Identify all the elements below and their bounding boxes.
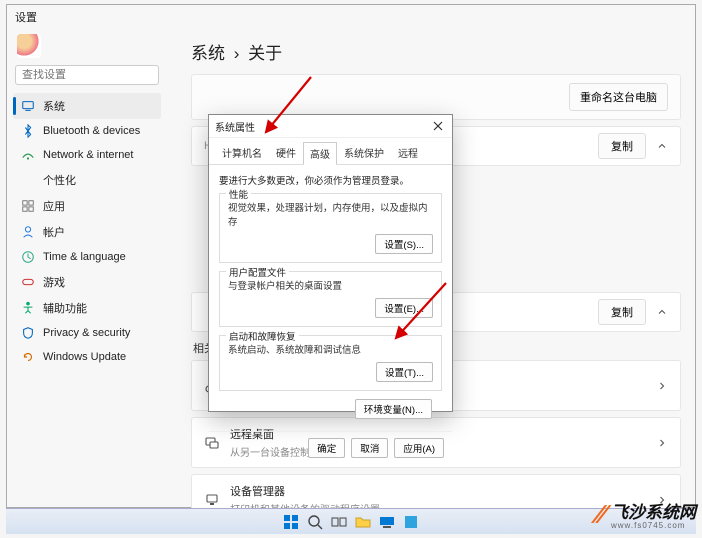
user-avatar-icon <box>17 34 41 58</box>
tab-remote[interactable]: 远程 <box>391 141 425 164</box>
sidebar-item-accessibility[interactable]: 辅助功能 <box>13 295 161 321</box>
rename-pc-button[interactable]: 重命名这台电脑 <box>569 83 668 111</box>
breadcrumb: 系统 › 关于 <box>191 33 681 74</box>
ok-button[interactable]: 确定 <box>308 438 345 458</box>
sidebar-item-apps[interactable]: 应用 <box>13 193 161 219</box>
chevron-right-icon <box>656 437 668 449</box>
accessibility-icon <box>21 301 35 315</box>
startup-recovery-group: 启动和故障恢复 系统启动、系统故障和调试信息 设置(T)... <box>219 335 442 391</box>
startup-recovery-group-desc: 系统启动、系统故障和调试信息 <box>228 342 433 356</box>
bluetooth-icon <box>21 124 35 138</box>
network-icon <box>21 148 35 162</box>
update-icon <box>21 350 35 364</box>
watermark: ∕∕ 飞沙系统网 www.fs0745.com <box>596 498 696 530</box>
sidebar-item-gaming[interactable]: 游戏 <box>13 269 161 295</box>
sidebar-item-label: 系统 <box>43 98 65 114</box>
chevron-up-icon <box>656 306 668 318</box>
sidebar-item-label: Windows Update <box>43 351 126 363</box>
sidebar-item-label: 游戏 <box>43 274 65 290</box>
sidebar-item-label: Time & language <box>43 251 126 263</box>
sidebar-item-label: Bluetooth & devices <box>43 125 140 137</box>
environment-variables-button[interactable]: 环境变量(N)... <box>355 399 432 419</box>
startup-recovery-settings-button[interactable]: 设置(T)... <box>376 362 433 382</box>
performance-group: 性能 视觉效果，处理器计划，内存使用，以及虚拟内存 设置(S)... <box>219 193 442 263</box>
apply-button[interactable]: 应用(A) <box>394 438 444 458</box>
breadcrumb-root[interactable]: 系统 <box>191 44 225 63</box>
sidebar-item-update[interactable]: Windows Update <box>13 345 161 369</box>
breadcrumb-separator: › <box>230 44 244 63</box>
sidebar-item-label: Privacy & security <box>43 327 130 339</box>
person-icon <box>21 225 35 239</box>
taskbar <box>6 508 696 534</box>
watermark-url: www.fs0745.com <box>611 521 696 530</box>
sidebar-item-system[interactable]: 系统 <box>13 93 161 119</box>
sidebar-item-label: 辅助功能 <box>43 300 87 316</box>
shield-icon <box>21 326 35 340</box>
dialog-footer: 确定 取消 应用(A) <box>209 431 452 464</box>
sidebar-item-label: 应用 <box>43 198 65 214</box>
sidebar-item-bluetooth[interactable]: Bluetooth & devices <box>13 119 161 143</box>
taskview-icon[interactable] <box>330 513 348 531</box>
brush-icon <box>21 173 35 187</box>
sidebar-item-label: 个性化 <box>43 172 76 188</box>
apps-icon <box>21 199 35 213</box>
tab-advanced[interactable]: 高级 <box>303 142 337 165</box>
tab-computer-name[interactable]: 计算机名 <box>215 141 269 164</box>
user-profiles-group-title: 用户配置文件 <box>226 265 289 279</box>
startup-recovery-group-title: 启动和故障恢复 <box>226 329 299 343</box>
settings-taskbar-icon[interactable] <box>378 513 396 531</box>
app-taskbar-icon[interactable] <box>402 513 420 531</box>
start-button[interactable] <box>282 513 300 531</box>
performance-group-title: 性能 <box>226 187 251 201</box>
performance-group-desc: 视觉效果，处理器计划，内存使用，以及虚拟内存 <box>228 200 433 228</box>
performance-settings-button[interactable]: 设置(S)... <box>375 234 433 254</box>
system-properties-dialog: 系统属性 计算机名 硬件 高级 系统保护 远程 要进行大多数更改，你必须作为管理… <box>208 114 453 412</box>
explorer-icon[interactable] <box>354 513 372 531</box>
tab-hardware[interactable]: 硬件 <box>269 141 303 164</box>
tab-system-protection[interactable]: 系统保护 <box>337 141 391 164</box>
watermark-text: 飞沙系统网 <box>611 503 696 522</box>
dialog-body: 要进行大多数更改，你必须作为管理员登录。 性能 视觉效果，处理器计划，内存使用，… <box>209 165 452 431</box>
chevron-right-icon <box>656 380 668 392</box>
clock-icon <box>21 250 35 264</box>
watermark-slash-icon: ∕∕ <box>596 499 607 530</box>
close-icon <box>433 121 443 131</box>
sidebar-item-time[interactable]: Time & language <box>13 245 161 269</box>
sidebar-item-network[interactable]: Network & internet <box>13 143 161 167</box>
dialog-title: 系统属性 <box>215 119 255 134</box>
dialog-tabs: 计算机名 硬件 高级 系统保护 远程 <box>209 138 452 165</box>
search-input[interactable] <box>22 69 164 81</box>
user-profiles-settings-button[interactable]: 设置(E)... <box>375 298 433 318</box>
copy-button-2[interactable]: 复制 <box>598 299 646 325</box>
breadcrumb-leaf: 关于 <box>248 44 282 63</box>
sidebar-item-privacy[interactable]: Privacy & security <box>13 321 161 345</box>
close-button[interactable] <box>430 118 446 134</box>
user-profiles-group: 用户配置文件 与登录帐户相关的桌面设置 设置(E)... <box>219 271 442 327</box>
sidebar-item-accounts[interactable]: 帐户 <box>13 219 161 245</box>
cancel-button[interactable]: 取消 <box>351 438 388 458</box>
device-manager-icon <box>204 492 220 508</box>
search-input-wrap[interactable] <box>15 65 159 85</box>
user-area[interactable] <box>13 31 161 61</box>
window-title: 设置 <box>7 5 695 29</box>
sidebar: 系统 Bluetooth & devices Network & interne… <box>7 27 167 373</box>
chevron-up-icon <box>656 140 668 152</box>
admin-warning-text: 要进行大多数更改，你必须作为管理员登录。 <box>219 173 442 187</box>
user-profiles-group-desc: 与登录帐户相关的桌面设置 <box>228 278 433 292</box>
dialog-titlebar: 系统属性 <box>209 115 452 138</box>
system-icon <box>21 99 35 113</box>
taskbar-search-icon[interactable] <box>306 513 324 531</box>
related-item-title: 设备管理器 <box>230 483 646 499</box>
sidebar-item-label: Network & internet <box>43 149 133 161</box>
gaming-icon <box>21 275 35 289</box>
copy-button[interactable]: 复制 <box>598 133 646 159</box>
sidebar-item-personalize[interactable]: 个性化 <box>13 167 161 193</box>
sidebar-item-label: 帐户 <box>43 224 65 240</box>
